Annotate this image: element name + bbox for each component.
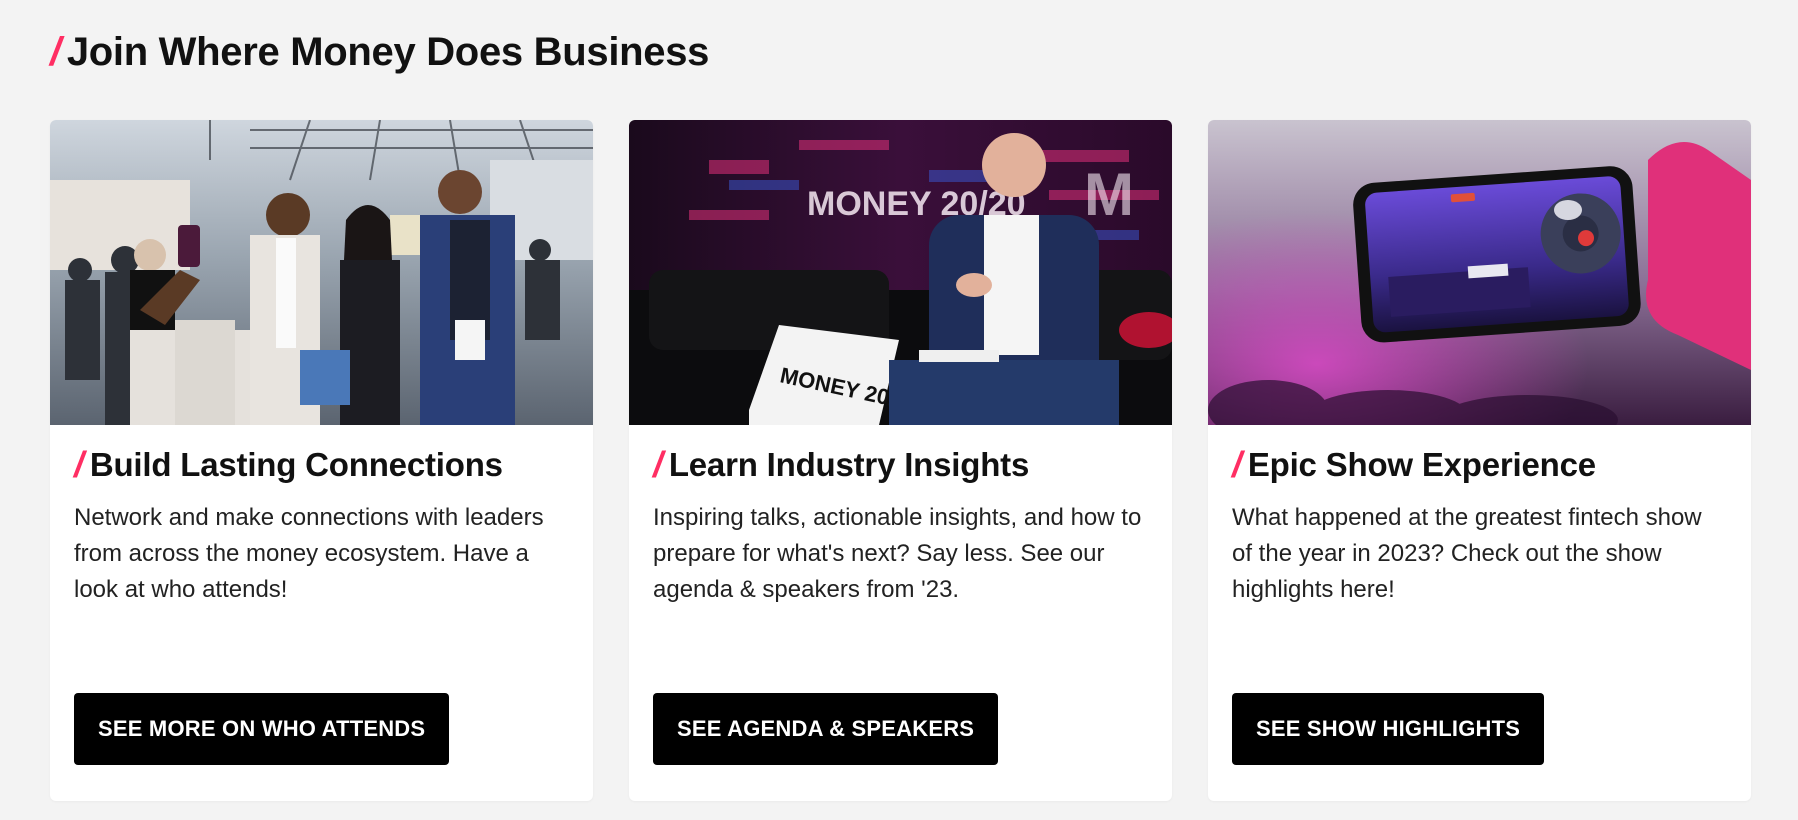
title-slash: / [1232,444,1242,485]
title-slash: / [653,444,663,485]
card-insights: MONEY 20/20 M MONEY 20/20 / Learn Indust… [629,120,1172,801]
card-title-text: Learn Industry Insights [668,446,1030,483]
card-image-experience [1208,120,1751,425]
card-image-insights: MONEY 20/20 M MONEY 20/20 [629,120,1172,425]
svg-text:M: M [1084,161,1134,228]
card-title: / Learn Industry Insights [653,444,1029,486]
selfie-photo-illustration [50,120,593,425]
see-agenda-speakers-button[interactable]: SEE AGENDA & SPEAKERS [653,693,999,765]
card-title-text: Epic Show Experience [1247,446,1596,483]
card-experience: / Epic Show Experience What happened at … [1208,120,1751,801]
title-slash: / [74,444,84,485]
phone-recording-illustration [1208,120,1751,425]
title-slash: / [50,30,61,74]
feature-cards: / Build Lasting Connections Network and … [50,120,1751,801]
card-title: / Build Lasting Connections [74,444,503,486]
see-more-attendees-button[interactable]: SEE MORE ON WHO ATTENDS [74,693,450,765]
see-show-highlights-button[interactable]: SEE SHOW HIGHLIGHTS [1232,693,1545,765]
card-description: Inspiring talks, actionable insights, an… [653,504,1142,603]
card-description: What happened at the greatest fintech sh… [1232,504,1702,603]
card-title: / Epic Show Experience [1232,444,1596,486]
card-description: Network and make connections with leader… [74,504,544,603]
section-title: / Join Where Money Does Business [50,30,709,75]
card-image-connections [50,120,593,425]
card-title-text: Build Lasting Connections [89,446,503,483]
card-connections: / Build Lasting Connections Network and … [50,120,593,801]
section-title-text: Join Where Money Does Business [66,30,710,74]
speaker-photo-illustration: MONEY 20/20 M MONEY 20/20 [629,120,1172,425]
